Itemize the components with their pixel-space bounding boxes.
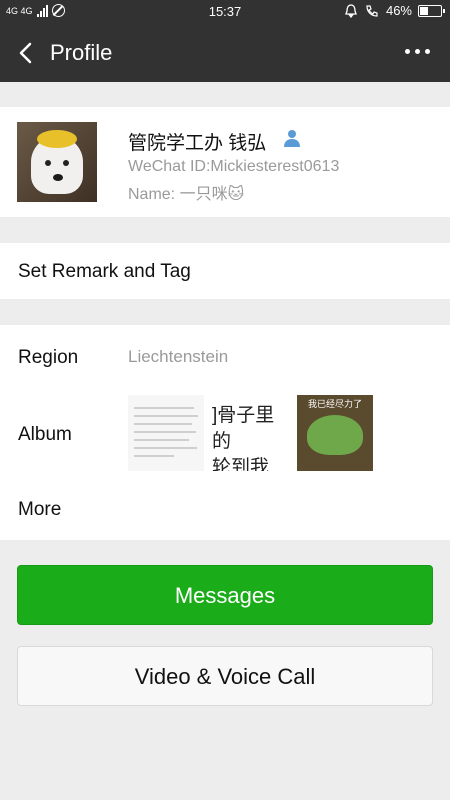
nav-bar: Profile <box>0 24 450 82</box>
back-button[interactable] <box>12 38 40 68</box>
battery-percent: 46% <box>385 3 412 18</box>
set-remark-row[interactable]: Set Remark and Tag <box>0 243 450 299</box>
contact-alias: Name: 一只咪🐱 <box>128 186 245 203</box>
contact-name: 管院学工办 钱弘 <box>128 133 267 154</box>
avatar-nose <box>53 174 63 181</box>
battery-fill <box>420 6 429 15</box>
status-right: 46% <box>344 3 445 18</box>
album-thumbnail <box>128 395 204 471</box>
chevron-left-icon <box>19 42 32 64</box>
album-snippet-line: 轮到我 <box>212 457 270 471</box>
avatar-bow <box>37 130 77 148</box>
more-dot <box>425 49 430 54</box>
status-bar: 4G 4G 15:37 46% <box>0 0 450 24</box>
set-remark-label: Set Remark and Tag <box>18 261 191 282</box>
wechat-id: WeChat ID:Mickiesterest0613 <box>128 158 340 175</box>
text-line <box>134 439 189 441</box>
album-label: Album <box>18 424 72 445</box>
person-icon <box>284 130 300 147</box>
region-label: Region <box>18 347 79 368</box>
video-voice-call-button[interactable]: Video & Voice Call <box>17 646 433 706</box>
messages-button[interactable]: Messages <box>17 565 433 625</box>
text-line <box>134 415 198 417</box>
frog-image <box>307 415 363 455</box>
battery-icon <box>418 4 445 17</box>
more-row[interactable]: More <box>0 477 450 540</box>
text-line <box>134 447 197 449</box>
text-line <box>134 423 192 425</box>
avatar[interactable] <box>17 122 97 202</box>
region-value: Liechtenstein <box>128 347 229 366</box>
text-line <box>134 407 194 409</box>
more-label: More <box>18 499 62 520</box>
album-thumbnail: 我已经尽力了 <box>297 395 373 471</box>
more-options-button[interactable] <box>405 49 430 54</box>
region-row: Region Liechtenstein <box>0 325 450 387</box>
album-row[interactable]: Album ]骨子里的 轮到我 我已经尽力了 <box>0 387 450 477</box>
alarm-icon <box>345 3 357 18</box>
text-line <box>134 431 196 433</box>
more-dot <box>415 49 420 54</box>
call-status-icon <box>366 4 378 17</box>
album-snippet-line: ]骨子里的 <box>212 405 275 452</box>
page-title: Profile <box>50 40 113 65</box>
album-image-caption: 我已经尽力了 <box>307 399 362 409</box>
more-dots-icon <box>405 49 410 54</box>
text-line <box>134 455 174 457</box>
avatar-eye <box>63 160 69 166</box>
avatar-eye <box>45 160 51 166</box>
album-thumbnail: ]骨子里的 轮到我 <box>212 395 288 471</box>
